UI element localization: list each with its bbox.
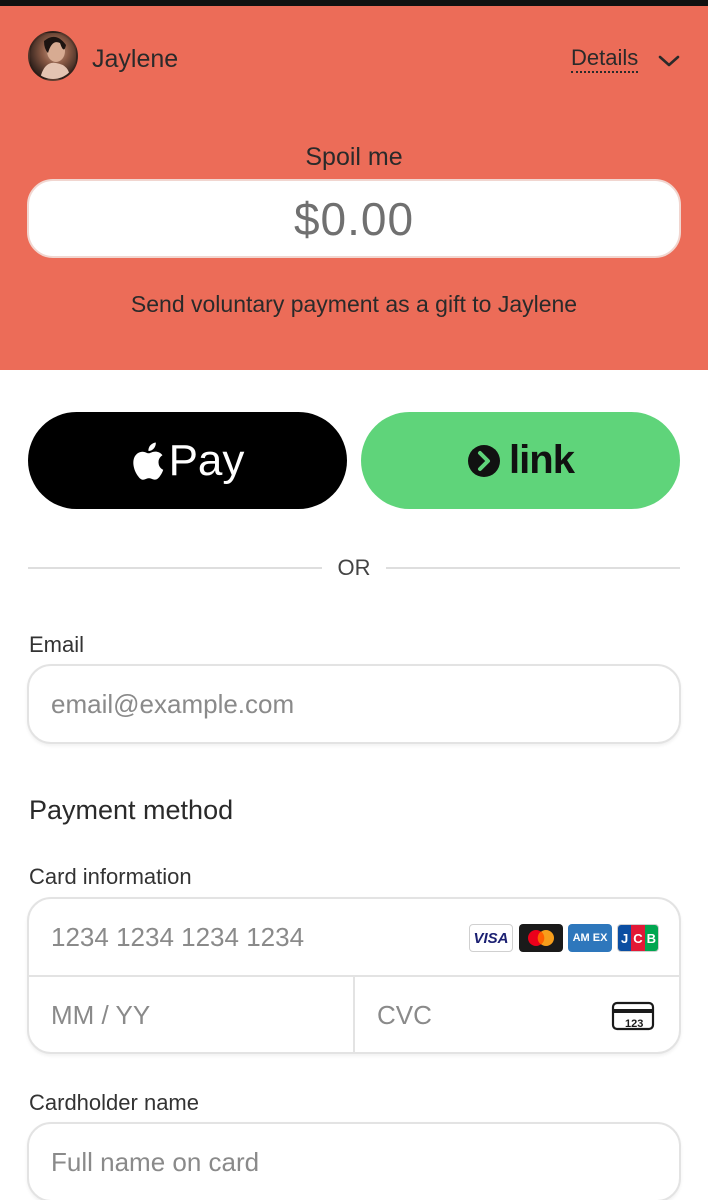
- merchant-avatar: [28, 31, 78, 81]
- apple-icon: [132, 442, 163, 480]
- cardholder-placeholder: Full name on card: [51, 1146, 260, 1177]
- card-info-label: Card information: [29, 864, 192, 889]
- apple-pay-button[interactable]: Pay: [28, 412, 347, 509]
- or-divider: OR: [28, 553, 680, 583]
- merchant-name: Jaylene: [92, 45, 179, 73]
- amount-input[interactable]: $0.00: [27, 179, 681, 258]
- or-text: OR: [337, 555, 371, 580]
- wallet-buttons: Pay link: [28, 412, 680, 509]
- avatar-image: [40, 36, 70, 79]
- cvc-icon-digits: 123: [625, 1018, 643, 1030]
- cardholder-name-field[interactable]: Full name on card: [27, 1122, 681, 1200]
- jcb-letter-b: B: [644, 925, 658, 951]
- amount-label: Spoil me: [305, 143, 403, 171]
- checkout-page: Jaylene Details Spoil me $0.00 Send volu…: [0, 0, 708, 1200]
- payment-method-title: Payment method: [29, 795, 234, 825]
- jcb-letter-j: J: [618, 925, 632, 951]
- cvc-card-icon: 123: [611, 1001, 655, 1031]
- email-label: Email: [29, 632, 85, 657]
- payment-note: Send voluntary payment as a gift to Jayl…: [130, 291, 578, 317]
- chevron-down-icon[interactable]: [656, 52, 682, 70]
- jcb-letter-c: C: [631, 925, 645, 951]
- card-number-input[interactable]: 1234 1234 1234 1234: [51, 899, 304, 975]
- details-link[interactable]: Details: [571, 45, 639, 73]
- apple-pay-label: Pay: [168, 435, 245, 485]
- link-arrow-icon: [468, 444, 501, 477]
- link-label: link: [509, 438, 575, 482]
- email-field[interactable]: email@example.com: [27, 664, 681, 744]
- visa-icon: VISA: [469, 924, 513, 952]
- card-divider-vertical: [353, 976, 355, 1054]
- mastercard-icon: [519, 924, 563, 952]
- expiry-input[interactable]: MM / YY: [51, 977, 150, 1053]
- payment-header: Jaylene Details Spoil me $0.00 Send volu…: [0, 6, 708, 370]
- jcb-icon: J C B: [617, 924, 659, 952]
- email-placeholder: email@example.com: [51, 688, 295, 719]
- amex-icon: AM EX: [568, 924, 612, 952]
- card-information-group: 1234 1234 1234 1234 VISA AM EX J C B MM …: [27, 897, 681, 1054]
- cardholder-label: Cardholder name: [29, 1090, 199, 1115]
- link-pay-button[interactable]: link: [361, 412, 680, 509]
- cvc-input[interactable]: CVC: [377, 977, 432, 1053]
